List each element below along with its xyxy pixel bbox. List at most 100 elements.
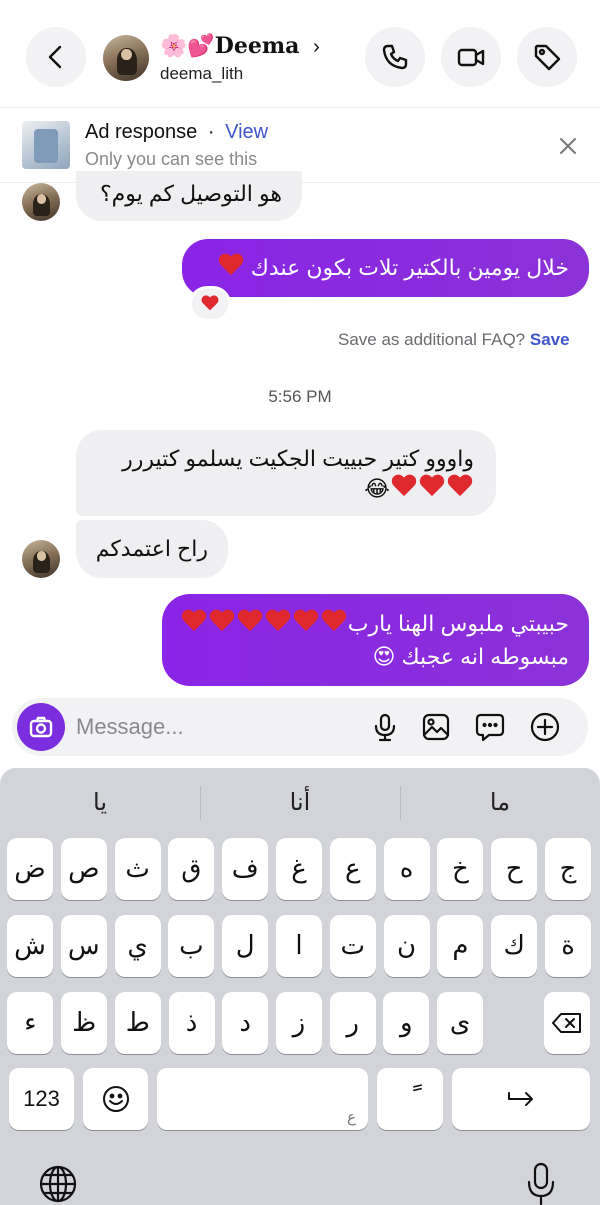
heart-reaction[interactable] <box>189 286 231 322</box>
key-7[interactable]: ف <box>222 838 269 900</box>
key-1[interactable]: ى <box>437 992 483 1054</box>
incoming-message[interactable]: راح اعتمدكم <box>76 520 228 578</box>
laughing-emoji: 😂 <box>364 477 390 502</box>
gallery-button[interactable] <box>419 710 453 744</box>
message-text: واووو كتير حبييت الجكيت يسلمو كتيررر <box>122 446 474 471</box>
message-text: راح اعتمدكم <box>95 536 208 561</box>
video-camera-icon <box>457 48 485 67</box>
voice-call-button[interactable] <box>365 27 425 87</box>
key-1[interactable]: ج <box>545 838 591 900</box>
incoming-message[interactable]: هو التوصيل كم يوم؟ <box>76 171 302 221</box>
suggestion-divider <box>400 786 401 820</box>
outgoing-message[interactable]: خلال يومين بالكتير تلات بكون عندك <box>182 239 589 297</box>
close-ad-banner-button[interactable] <box>556 134 580 163</box>
video-call-button[interactable] <box>441 27 501 87</box>
outgoing-message[interactable]: حبيبتي ملبوس الهنا يارب مبسوطه انه عجبك … <box>162 594 589 686</box>
red-heart-emoji <box>321 610 347 634</box>
key-8[interactable]: ق <box>168 838 215 900</box>
key-6[interactable]: ذ <box>168 992 215 1054</box>
key-7[interactable]: ل <box>222 915 269 977</box>
key-10[interactable]: س <box>60 915 107 977</box>
key-1[interactable]: ة <box>545 915 591 977</box>
red-heart-emoji <box>181 610 207 634</box>
key-8[interactable]: ب <box>168 915 215 977</box>
tag-button[interactable] <box>517 27 577 87</box>
key-3[interactable]: ر <box>329 992 376 1054</box>
faq-prompt-text: Save as additional FAQ? <box>338 330 526 349</box>
timestamp: 5:56 PM <box>268 387 332 406</box>
key-5[interactable]: د <box>222 992 269 1054</box>
contact-name[interactable]: 🌸💕Deema › <box>160 33 320 59</box>
key-11[interactable]: ض <box>7 838 53 900</box>
more-options-button[interactable] <box>528 710 562 744</box>
return-arrow-icon <box>508 1092 533 1106</box>
camera-icon <box>29 716 53 738</box>
view-ad-link[interactable]: View <box>225 121 268 143</box>
suggestion-bar: ما أنا يا <box>0 770 600 834</box>
phone-icon <box>382 44 408 70</box>
back-button[interactable] <box>26 27 86 87</box>
red-heart-emoji <box>447 475 473 499</box>
key-3[interactable]: م <box>437 915 484 977</box>
key-6[interactable]: غ <box>276 838 322 900</box>
tag-icon <box>534 44 561 71</box>
sender-avatar[interactable] <box>22 183 60 221</box>
message-text: مبسوطه انه عجبك <box>401 644 569 669</box>
key-5[interactable]: ت <box>329 915 376 977</box>
key-8[interactable]: ظ <box>61 992 108 1054</box>
plus-circle-icon <box>530 712 560 742</box>
key-9[interactable]: ء <box>7 992 54 1054</box>
image-icon <box>422 713 450 741</box>
voice-message-button[interactable] <box>368 710 402 744</box>
red-heart-emoji <box>419 475 445 499</box>
heart-eyes-emoji: 😍 <box>372 645 396 670</box>
chevron-left-icon <box>48 45 62 69</box>
smiley-icon <box>102 1086 129 1112</box>
save-faq-button[interactable]: Save <box>530 330 570 349</box>
key-4[interactable]: ن <box>383 915 430 977</box>
message-text: خلال يومين بالكتير تلات بكون عندك <box>250 255 569 280</box>
key-2[interactable]: و <box>383 992 430 1054</box>
key-3[interactable]: خ <box>437 838 484 900</box>
sticker-button[interactable] <box>473 710 507 744</box>
key-9[interactable]: ي <box>114 915 161 977</box>
key-11[interactable]: ش <box>7 915 53 977</box>
suggestion-2[interactable]: أنا <box>200 788 400 816</box>
chat-header: 🌸💕Deema › deema_lith <box>0 0 600 108</box>
space-key[interactable]: ع <box>157 1068 368 1130</box>
dictation-key[interactable] <box>526 1162 556 1205</box>
key-2[interactable]: ح <box>491 838 538 900</box>
key-2[interactable]: ك <box>491 915 538 977</box>
chevron-right-icon: › <box>313 36 320 58</box>
red-heart-emoji <box>265 610 291 634</box>
suggestion-3[interactable]: يا <box>0 788 200 816</box>
return-key[interactable] <box>452 1068 590 1130</box>
ad-thumbnail[interactable] <box>22 121 70 169</box>
message-input[interactable] <box>76 711 356 743</box>
message-emoji-line: 😂 <box>98 474 474 505</box>
chat-bubble-icon <box>475 713 505 742</box>
suggestion-1[interactable]: ما <box>400 788 600 816</box>
sender-avatar[interactable] <box>22 540 60 578</box>
message-text: هو التوصيل كم يوم؟ <box>99 181 282 206</box>
ad-response-label: Ad response <box>85 121 198 143</box>
camera-button[interactable] <box>17 703 65 751</box>
instagram-dm-screen: 🌸💕Deema › deema_lith Ad response · View … <box>0 0 600 1205</box>
incoming-message[interactable]: واووو كتير حبييت الجكيت يسلمو كتيررر 😂 <box>76 430 496 516</box>
backspace-key[interactable] <box>544 992 590 1054</box>
key-4[interactable]: ز <box>275 992 322 1054</box>
key-7[interactable]: ط <box>114 992 161 1054</box>
key-10[interactable]: ص <box>60 838 107 900</box>
key-4[interactable]: ه <box>383 838 430 900</box>
tanween-key[interactable]: ً <box>377 1068 443 1130</box>
contact-avatar[interactable] <box>103 35 149 81</box>
message-text: حبيبتي ملبوس الهنا يارب <box>347 611 569 636</box>
globe-key[interactable] <box>38 1164 78 1205</box>
emoji-key[interactable] <box>83 1068 148 1130</box>
key-9[interactable]: ث <box>114 838 161 900</box>
numbers-key[interactable]: 123 <box>9 1068 74 1130</box>
key-6[interactable]: ا <box>276 915 322 977</box>
ad-response-subtitle: Only you can see this <box>85 149 258 169</box>
red-heart-emoji <box>218 254 244 278</box>
key-5[interactable]: ع <box>329 838 376 900</box>
